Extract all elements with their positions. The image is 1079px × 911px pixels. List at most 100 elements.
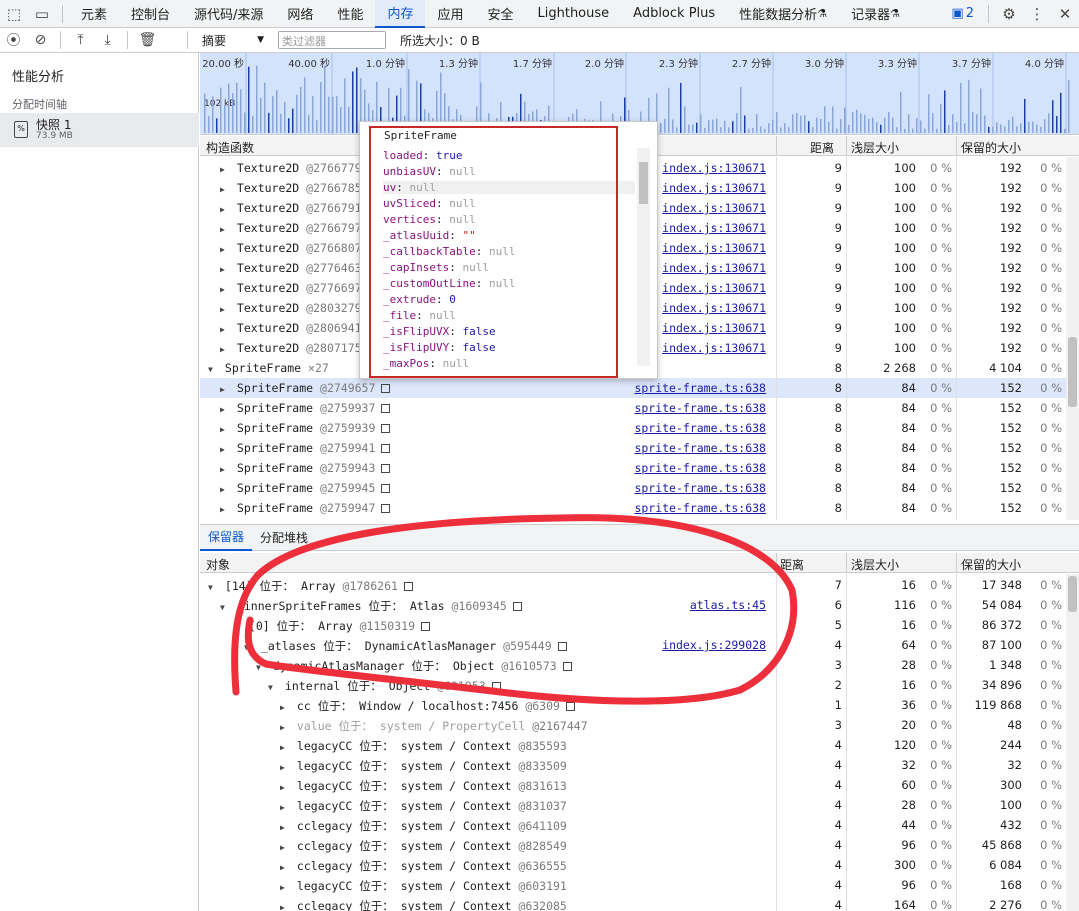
expand-right-icon[interactable]: ▶: [220, 505, 230, 514]
tab-10[interactable]: 性能数据分析 ⚗: [727, 0, 839, 28]
expand-right-icon[interactable]: ▶: [220, 305, 230, 314]
source-link[interactable]: index.js:299028: [662, 638, 766, 652]
expand-right-icon[interactable]: ▶: [220, 485, 230, 494]
store-as-global-icon[interactable]: [512, 602, 522, 611]
popover-property[interactable]: _extrude: 0: [383, 293, 456, 306]
header-distance[interactable]: 距离: [810, 139, 834, 156]
source-link[interactable]: index.js:130671: [662, 321, 766, 335]
issues-badge[interactable]: ▣ 2: [943, 6, 982, 21]
source-link[interactable]: index.js:130671: [662, 341, 766, 355]
header-shallow-size[interactable]: 浅层大小: [851, 556, 899, 573]
scrollbar-thumb[interactable]: [1068, 576, 1077, 612]
table-row[interactable]: ▶ legacyCC 位于： system / Context @835593 4…: [200, 735, 1066, 755]
table-row[interactable]: ▶ legacyCC 位于： system / Context @831613 4…: [200, 775, 1066, 795]
expand-right-icon[interactable]: ▶: [220, 445, 230, 454]
close-icon[interactable]: ✕: [1051, 0, 1079, 28]
store-as-global-icon[interactable]: [562, 662, 572, 671]
expand-down-icon[interactable]: ▼: [268, 683, 278, 692]
expand-right-icon[interactable]: ▶: [220, 185, 230, 194]
expand-right-icon[interactable]: ▶: [220, 245, 230, 254]
popover-property[interactable]: vertices: null: [383, 213, 476, 226]
trash-icon[interactable]: 🗑: [134, 28, 161, 52]
source-link[interactable]: index.js:130671: [662, 261, 766, 275]
source-link[interactable]: sprite-frame.ts:638: [634, 441, 766, 455]
tab-5[interactable]: 内存: [375, 0, 426, 28]
table-row[interactable]: ▶ cclegacy 位于： system / Context @828549 4…: [200, 835, 1066, 855]
expand-right-icon[interactable]: ▶: [280, 903, 290, 911]
expand-right-icon[interactable]: ▶: [220, 225, 230, 234]
record-icon[interactable]: ⦿: [0, 28, 27, 52]
popover-property[interactable]: unbiasUV: null: [383, 165, 476, 178]
header-object[interactable]: 对象: [206, 556, 230, 573]
retainers-scrollbar[interactable]: [1066, 574, 1079, 911]
header-constructor[interactable]: 构造函数: [206, 139, 254, 156]
scrollbar-thumb[interactable]: [639, 162, 648, 204]
table-row[interactable]: ▼ _atlases 位于： DynamicAtlasManager @5954…: [200, 635, 1066, 655]
sidebar-item-snapshot[interactable]: % 快照 1 73.9 MB: [0, 113, 199, 147]
expand-right-icon[interactable]: ▶: [220, 205, 230, 214]
store-as-global-icon[interactable]: [421, 622, 430, 631]
popover-property[interactable]: _file: null: [383, 309, 456, 322]
table-row[interactable]: ▶ SpriteFrame @2759945 sprite-frame.ts:63…: [200, 478, 1066, 498]
tab-11[interactable]: 记录器 ⚗: [839, 0, 912, 28]
expand-right-icon[interactable]: ▶: [220, 405, 230, 414]
popover-property[interactable]: _atlasUuid: "": [383, 229, 476, 242]
popover-property[interactable]: _isFlipUVX: false: [383, 325, 496, 338]
table-row[interactable]: [0] 位于： Array @1150319 5 16 0 % 86 372 0 %: [200, 615, 1066, 635]
store-as-global-icon[interactable]: [381, 484, 391, 493]
source-link[interactable]: index.js:130671: [662, 181, 766, 195]
table-row[interactable]: ▶ cclegacy 位于： system / Context @636555 4…: [200, 855, 1066, 875]
tab-6[interactable]: 应用: [425, 0, 475, 28]
table-row[interactable]: ▼ [14] 位于： Array @1786261 7 16 0 % 17 348 0 %: [200, 575, 1066, 595]
expand-right-icon[interactable]: ▶: [220, 265, 230, 274]
popover-property[interactable]: _capInsets: null: [383, 261, 489, 274]
table-row[interactable]: ▶ SpriteFrame @2759937 sprite-frame.ts:63…: [200, 398, 1066, 418]
expand-down-icon[interactable]: ▼: [256, 663, 266, 672]
store-as-global-icon[interactable]: [491, 682, 501, 691]
scrollbar-thumb[interactable]: [1068, 337, 1077, 407]
table-row[interactable]: ▶ legacyCC 位于： system / Context @603191 4…: [200, 875, 1066, 895]
tab-8[interactable]: Lighthouse: [526, 0, 622, 28]
table-row[interactable]: ▶ legacyCC 位于： system / Context @833509 4…: [200, 755, 1066, 775]
expand-right-icon[interactable]: ▶: [220, 165, 230, 174]
expand-right-icon[interactable]: ▶: [280, 703, 290, 712]
header-shallow-size[interactable]: 浅层大小: [851, 139, 899, 156]
source-link[interactable]: index.js:130671: [662, 241, 766, 255]
popover-property[interactable]: _maxPos: null: [383, 357, 469, 370]
table-row[interactable]: ▶ value 位于： system / PropertyCell @21674…: [200, 715, 1066, 735]
table-row[interactable]: ▼ internal 位于： Object @631953 2 16 0 % 34 89…: [200, 675, 1066, 695]
store-as-global-icon[interactable]: [381, 404, 391, 413]
expand-right-icon[interactable]: ▶: [280, 803, 290, 812]
gear-icon[interactable]: ⚙: [995, 0, 1023, 28]
header-distance[interactable]: 距离: [780, 556, 804, 573]
tab-0[interactable]: 元素: [69, 0, 119, 28]
store-as-global-icon[interactable]: [381, 504, 391, 513]
header-retained-size[interactable]: 保留的大小: [961, 139, 1021, 156]
source-link[interactable]: atlas.ts:45: [690, 598, 766, 612]
table-row[interactable]: ▼ _innerSpriteFrames 位于： Atlas @1609345 a…: [200, 595, 1066, 615]
expand-down-icon[interactable]: ▼: [220, 603, 230, 612]
store-as-global-icon[interactable]: [381, 424, 391, 433]
source-link[interactable]: sprite-frame.ts:638: [634, 401, 766, 415]
popover-property[interactable]: _customOutLine: null: [383, 277, 515, 290]
clear-icon[interactable]: ⊘: [27, 28, 54, 52]
source-link[interactable]: sprite-frame.ts:638: [634, 381, 766, 395]
expand-right-icon[interactable]: ▶: [280, 823, 290, 832]
more-options-icon[interactable]: ⋮: [1023, 0, 1051, 28]
expand-right-icon[interactable]: ▶: [220, 345, 230, 354]
table-row[interactable]: ▼ dynamicAtlasManager 位于： Object @161057…: [200, 655, 1066, 675]
popover-property[interactable]: loaded: true: [383, 149, 463, 162]
tab-1[interactable]: 控制台: [119, 0, 182, 28]
popover-property[interactable]: _isFlipUVY: false: [383, 341, 496, 354]
store-as-global-icon[interactable]: [557, 642, 567, 651]
expand-right-icon[interactable]: ▶: [220, 465, 230, 474]
tab-7[interactable]: 安全: [475, 0, 525, 28]
source-link[interactable]: sprite-frame.ts:638: [634, 501, 766, 515]
table-row[interactable]: ▶ cclegacy 位于： system / Context @632085 4…: [200, 895, 1066, 911]
source-link[interactable]: index.js:130671: [662, 281, 766, 295]
expand-right-icon[interactable]: ▶: [220, 425, 230, 434]
tab-3[interactable]: 网络: [275, 0, 325, 28]
expand-right-icon[interactable]: ▶: [280, 723, 290, 732]
popover-property[interactable]: uv: null: [383, 181, 635, 194]
download-icon[interactable]: ⤓: [94, 28, 121, 52]
